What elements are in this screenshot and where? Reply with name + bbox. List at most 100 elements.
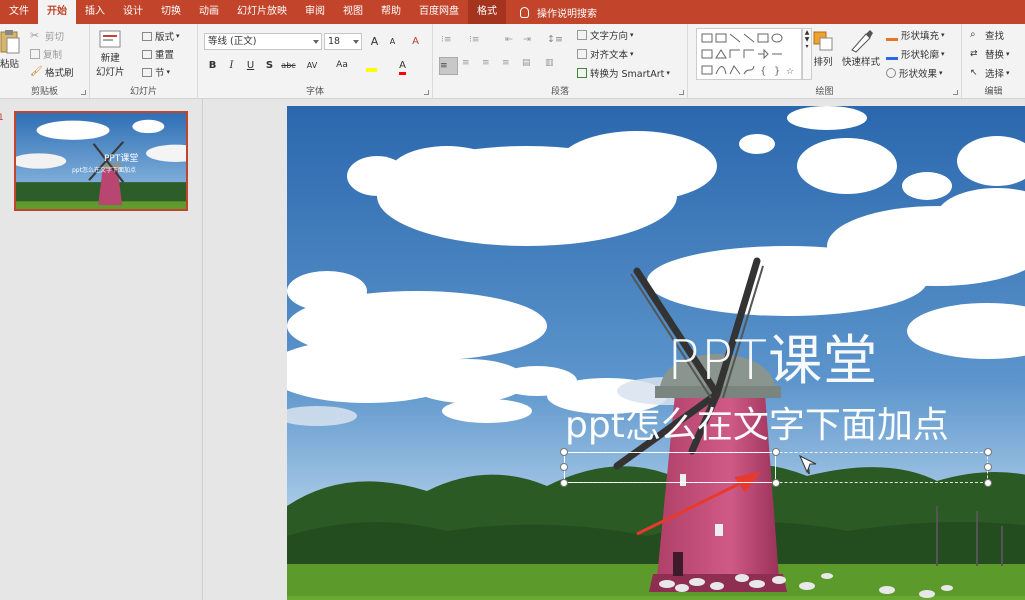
font-color-icon: A — [399, 60, 406, 75]
tab-review[interactable]: 审阅 — [296, 0, 334, 24]
font-size-combo[interactable]: 18 — [324, 33, 362, 50]
bullet-list-icon: ⁝≡ — [441, 35, 452, 45]
slide-thumbnail-1[interactable]: PPT课堂 ppt怎么在文字下面加点 — [14, 111, 188, 211]
text-shadow-button[interactable]: S — [261, 57, 278, 74]
group-drawing: { } ☆ ▲ ▼ ▾ 排列 快速样式 形状填充 ▾ 形状轮廓 ▾ 形状效果 ▾ 绘图 — [688, 24, 962, 99]
line-spacing-button[interactable]: ↕≡ — [547, 34, 563, 45]
shape-outline-label: 形状轮廓 — [901, 50, 940, 61]
resize-handle-top-middle[interactable] — [772, 448, 780, 456]
find-button[interactable]: ⌕ 查找 — [970, 28, 1004, 42]
tab-animations[interactable]: 动画 — [190, 0, 228, 24]
select-button[interactable]: ↖ 选择 ▾ — [970, 66, 1010, 80]
align-left-button[interactable]: ≡ — [439, 57, 458, 75]
resize-handle-left[interactable] — [560, 463, 568, 471]
layout-button[interactable]: 版式 ▾ — [142, 29, 180, 43]
copy-button[interactable]: 复制 — [30, 47, 62, 61]
arrange-icon — [813, 31, 833, 51]
tab-slideshow[interactable]: 幻灯片放映 — [228, 0, 296, 24]
resize-handle-bottom-right[interactable] — [984, 479, 992, 487]
resize-handle-right[interactable] — [984, 463, 992, 471]
align-right-button[interactable]: ≡ — [482, 58, 490, 68]
grow-font-button[interactable]: A — [366, 33, 383, 50]
slide-subtitle[interactable]: ppt怎么在文字下面加点 — [565, 396, 949, 448]
resize-handle-top-left[interactable] — [560, 448, 568, 456]
numbering-button[interactable]: ⁝≡ — [469, 34, 485, 46]
cut-button[interactable]: ✂ 剪切 — [30, 29, 64, 44]
resize-handle-bottom-left[interactable] — [560, 479, 568, 487]
selected-shape-outline[interactable] — [564, 452, 776, 483]
align-left-icon: ≡ — [440, 61, 448, 71]
font-color-button[interactable]: A — [394, 57, 411, 75]
decrease-indent-button[interactable]: ⇤ — [505, 34, 513, 45]
arrange-button[interactable]: 排列 — [812, 28, 834, 68]
arrange-label: 排列 — [813, 57, 833, 68]
shape-outline-button[interactable]: 形状轮廓 ▾ — [886, 47, 945, 61]
tab-file[interactable]: 文件 — [0, 0, 38, 24]
group-font: 等线 (正文) 18 A A A B I U S abc AV Aa A 字体 — [198, 24, 433, 99]
distributed-button[interactable]: ▤ — [522, 58, 531, 68]
tab-view[interactable]: 视图 — [334, 0, 372, 24]
svg-text:☆: ☆ — [786, 67, 794, 77]
shape-fill-button[interactable]: 形状填充 ▾ — [886, 28, 945, 42]
paste-button[interactable]: 粘贴 — [0, 28, 20, 70]
section-button[interactable]: 节 ▾ — [142, 65, 170, 79]
text-direction-button[interactable]: 文字方向 ▾ — [577, 28, 634, 42]
align-center-button[interactable]: ≡ — [462, 58, 470, 68]
group-label-drawing: 绘图 — [815, 87, 834, 97]
resize-handle-top-right[interactable] — [984, 448, 992, 456]
font-launcher-icon[interactable] — [424, 90, 429, 95]
new-slide-button[interactable]: 新建 幻灯片 — [96, 28, 125, 78]
tell-me-search[interactable]: 操作说明搜索 — [520, 5, 597, 20]
paste-icon — [0, 30, 20, 54]
underline-button[interactable]: U — [242, 57, 259, 74]
convert-smartart-button[interactable]: 转换为 SmartArt ▾ — [577, 66, 670, 80]
change-case-icon: Aa — [336, 60, 348, 70]
tab-home[interactable]: 开始 — [38, 0, 76, 24]
strikethrough-button[interactable]: abc — [280, 57, 297, 74]
highlight-button[interactable] — [363, 57, 380, 74]
group-label-slides: 幻灯片 — [129, 87, 157, 97]
increase-indent-button[interactable]: ⇥ — [523, 34, 531, 45]
format-painter-button[interactable]: 🖌 格式刷 — [30, 65, 74, 79]
paragraph-launcher-icon[interactable] — [679, 90, 684, 95]
columns-icon: ▥ — [545, 58, 554, 68]
tab-format[interactable]: 格式 — [468, 0, 506, 24]
resize-handle-bottom-middle[interactable] — [772, 479, 780, 487]
shape-effects-button[interactable]: 形状效果 ▾ — [886, 66, 943, 80]
slide-title[interactable]: PPT课堂 — [667, 316, 878, 395]
replace-icon: ⇄ — [970, 49, 978, 59]
justify-button[interactable]: ≡ — [502, 58, 510, 68]
shapes-scroll[interactable]: ▲ ▼ ▾ — [802, 28, 812, 80]
font-name-combo[interactable]: 等线 (正文) — [204, 33, 322, 50]
slide-canvas[interactable]: PPT课堂 ppt怎么在文字下面加点 — [287, 106, 1025, 600]
replace-button[interactable]: ⇄ 替换 ▾ — [970, 47, 1010, 61]
shapes-gallery[interactable]: { } ☆ — [696, 28, 802, 80]
bold-button[interactable]: B — [204, 57, 221, 74]
section-icon — [142, 67, 152, 77]
scroll-up-icon: ▲ — [804, 29, 810, 36]
clipboard-launcher-icon[interactable] — [81, 90, 86, 95]
shrink-font-button[interactable]: A — [384, 33, 401, 50]
group-label-clipboard: 剪贴板 — [30, 87, 58, 97]
tab-design[interactable]: 设计 — [114, 0, 152, 24]
slide-thumbnail-pane: 1 PPT课堂 ppt怎么在文字下面加点 — [0, 99, 203, 600]
clear-formatting-button[interactable]: A — [407, 33, 424, 50]
character-spacing-button[interactable]: AV — [301, 57, 323, 74]
italic-button[interactable]: I — [223, 57, 240, 74]
tab-insert[interactable]: 插入 — [76, 0, 114, 24]
bullets-button[interactable]: ⁝≡ — [441, 34, 457, 46]
quick-styles-button[interactable]: 快速样式 — [842, 28, 880, 68]
reset-button[interactable]: 重置 — [142, 47, 174, 61]
character-spacing-icon: AV — [306, 61, 318, 70]
scroll-down-icon: ▼ — [804, 36, 810, 43]
align-text-button[interactable]: 对齐文本 ▾ — [577, 47, 634, 61]
tab-help[interactable]: 帮助 — [372, 0, 410, 24]
columns-button[interactable]: ▥ — [545, 58, 554, 68]
drawing-launcher-icon[interactable] — [953, 90, 958, 95]
new-slide-icon — [99, 30, 121, 48]
tab-baidu-netdisk[interactable]: 百度网盘 — [410, 0, 468, 24]
tab-transitions[interactable]: 切换 — [152, 0, 190, 24]
copy-icon — [30, 49, 40, 59]
powerpoint-window: 文件 开始 插入 设计 切换 动画 幻灯片放映 审阅 视图 帮助 百度网盘 格式… — [0, 0, 1025, 600]
change-case-button[interactable]: Aa — [331, 57, 353, 74]
